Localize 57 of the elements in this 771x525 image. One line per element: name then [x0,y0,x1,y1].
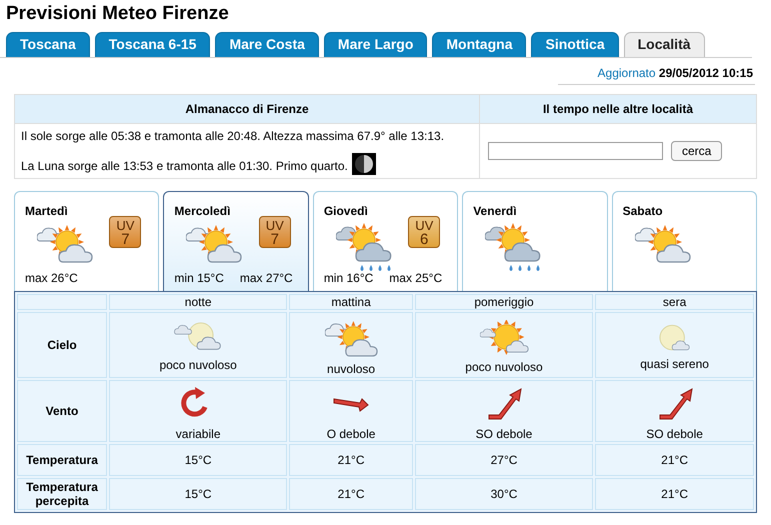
period-label: notte [109,294,288,310]
tab[interactable]: Sinottica [531,32,619,57]
day-tab[interactable]: Mercoledì UV 7 min 15°C max 27°C [163,191,309,291]
moon-text: La Luna sorge alle 13:53 e tramonta alle 01:30. Primo quarto. [21,158,348,175]
uv-badge: UV 7 [258,216,291,248]
wind-text: O debole [326,427,376,441]
temperature-value: 21°C [338,453,364,467]
tab[interactable]: Località [624,32,705,57]
temperature-text: max 27°C [240,270,293,287]
almanac-title: Almanacco di Firenze [14,94,480,124]
day-name: Martedì [25,203,69,220]
tab[interactable]: Toscana [6,32,90,57]
day-name: Venerdì [473,203,518,220]
tab[interactable]: Mare Largo [324,32,428,57]
temperature-value: 21°C [661,487,688,501]
day-tab[interactable]: Sabato [612,191,758,291]
row-label: Temperatura [26,453,98,467]
wind-text: SO debole [476,427,532,441]
temperature-value: 27°C [490,453,518,467]
temperature-value: 30°C [490,487,518,501]
temperature-text: max 25°C [389,270,442,287]
row-label: Vento [46,404,78,418]
day-name: Mercoledì [174,203,232,220]
search-title: Il tempo nelle altre località [480,94,756,124]
sky-text: nuvoloso [327,362,376,376]
wind-text: variabile [176,427,220,441]
day-tab[interactable]: Giovedì UV 6 min 16°C max 25°C [312,191,458,291]
day-tab[interactable]: Martedì UV 7 max 26°C [14,191,160,291]
updated-time: 29/05/2012 10:15 [658,66,753,80]
uv-badge: UV 6 [408,216,440,248]
temperature-value: 15°C [184,487,212,501]
period-label: pomeriggio [414,294,594,310]
temperature-text: min 15°C [174,270,224,287]
page-title: Previsioni Meteo Firenze [6,2,230,26]
temperature-value: 15°C [184,453,212,467]
search-button[interactable]: cerca [671,141,722,161]
row-label: Cielo [47,338,77,352]
period-label: sera [595,294,754,310]
temperature-value: 21°C [661,453,688,467]
day-name: Giovedì [324,203,369,220]
temperature-value: 21°C [338,487,364,501]
day-tab[interactable]: Venerdì [462,191,608,291]
tab[interactable]: Mare Costa [215,32,319,57]
sky-text: quasi sereno [640,356,709,370]
sun-text: Il sole sorge alle 05:38 e tramonta alle 20:48. Altezza massima 67.9° alle 13:13. [21,128,446,145]
tab[interactable]: Montagna [432,32,526,57]
sky-text: poco nuvoloso [465,360,543,374]
day-name: Sabato [622,203,664,220]
temperature-text: min 16°C [324,270,374,287]
wind-text: SO debole [646,427,703,441]
temperature-text: max 26°C [25,270,78,287]
uv-badge: UV 7 [109,216,142,248]
sky-text: poco nuvoloso [159,358,237,372]
period-label: mattina [289,294,413,310]
row-label: Temperatura percepita [26,480,98,508]
updated-link[interactable]: Aggiornato [598,66,656,80]
tab[interactable]: Toscana 6-15 [94,32,210,57]
